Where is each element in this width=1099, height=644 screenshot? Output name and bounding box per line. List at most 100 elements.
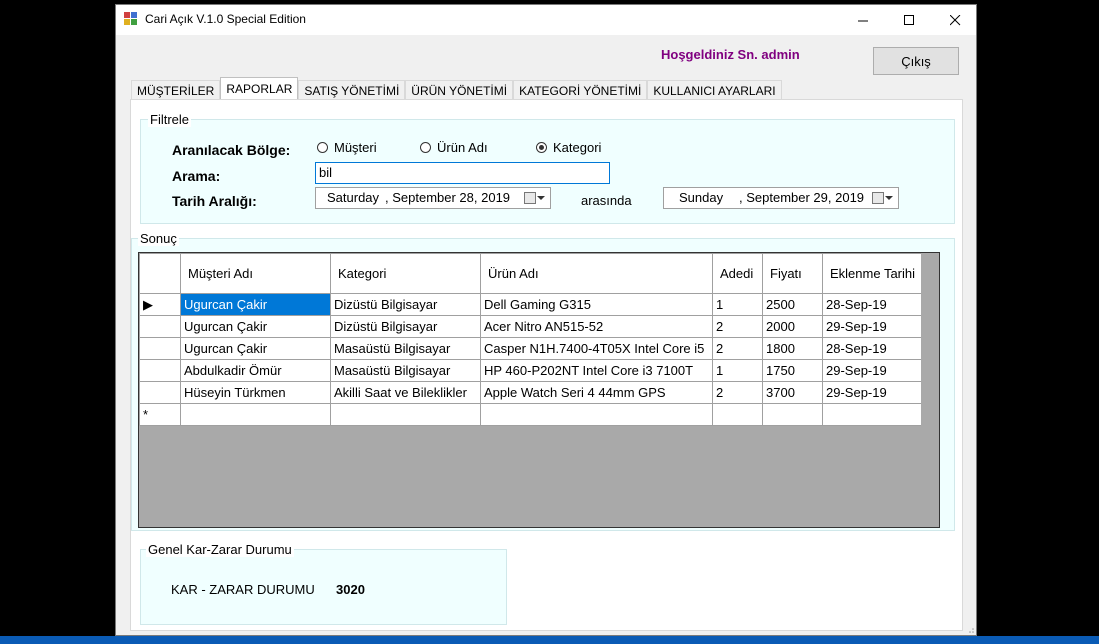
table-cell[interactable]	[330, 403, 481, 426]
table-cell[interactable]: 2	[712, 337, 763, 360]
row-header[interactable]	[139, 381, 181, 404]
table-cell[interactable]	[762, 403, 823, 426]
table-cell[interactable]: 1750	[762, 359, 823, 382]
search-input[interactable]: bil	[315, 162, 610, 184]
table-cell[interactable]	[480, 403, 713, 426]
tab-urun-yonetimi[interactable]: ÜRÜN YÖNETİMİ	[405, 80, 514, 99]
row-header[interactable]	[139, 359, 181, 382]
date-from-day: Saturday	[327, 190, 380, 205]
tab-kullanici-ayarlari[interactable]: KULLANICI AYARLARI	[647, 80, 782, 99]
table-cell[interactable]: Casper N1H.7400-4T05X Intel Core i5	[480, 337, 713, 360]
close-button[interactable]	[932, 5, 978, 35]
table-cell[interactable]: Ugurcan Çakir	[180, 293, 331, 316]
table-cell[interactable]: Apple Watch Seri 4 44mm GPS	[480, 381, 713, 404]
table-cell[interactable]: 2500	[762, 293, 823, 316]
table-cell[interactable]: 29-Sep-19	[822, 315, 923, 338]
table-cell[interactable]: Ugurcan Çakir	[180, 337, 331, 360]
calendar-icon	[872, 192, 884, 204]
close-icon	[949, 14, 960, 25]
new-row[interactable]: *	[139, 403, 923, 426]
results-groupbox: Sonuç Müşteri Adı Kategori Ürün Adı Aded…	[131, 231, 955, 531]
table-cell[interactable]: Masaüstü Bilgisayar	[330, 337, 481, 360]
column-header-eklenme-tarihi[interactable]: Eklenme Tarihi	[822, 253, 923, 294]
column-header-fiyati[interactable]: Fiyatı	[762, 253, 823, 294]
grid-vertical-scrollbar[interactable]	[921, 253, 939, 527]
date-to-picker[interactable]: Sunday , September 29, 2019	[663, 187, 899, 209]
table-row[interactable]: Abdulkadir Ömür Masaüstü Bilgisayar HP 4…	[139, 359, 923, 382]
column-header-kategori[interactable]: Kategori	[330, 253, 481, 294]
new-row-indicator: *	[139, 403, 181, 426]
radio-kategori-label: Kategori	[553, 140, 602, 155]
app-icon	[124, 12, 138, 26]
row-header[interactable]	[139, 315, 181, 338]
summary-groupbox: Genel Kar-Zarar Durumu KAR - ZARAR DURUM…	[140, 542, 507, 625]
welcome-text: Hoşgeldiniz Sn. admin	[661, 47, 800, 62]
table-cell[interactable]	[712, 403, 763, 426]
table-row[interactable]: Ugurcan Çakir Masaüstü Bilgisayar Casper…	[139, 337, 923, 360]
column-header-urun-adi[interactable]: Ürün Adı	[480, 253, 713, 294]
table-cell[interactable]: Dizüstü Bilgisayar	[330, 293, 481, 316]
tab-satis-yonetimi[interactable]: SATIŞ YÖNETİMİ	[298, 80, 406, 99]
column-header-adedi[interactable]: Adedi	[712, 253, 763, 294]
search-label: Arama:	[172, 168, 221, 184]
app-window: Cari Açık V.1.0 Special Edition Hoşgeldi…	[115, 4, 977, 636]
table-cell[interactable]: Akilli Saat ve Bileklikler	[330, 381, 481, 404]
radio-kategori-circle	[536, 142, 547, 153]
tab-strip: MÜŞTERİLER RAPORLAR SATIŞ YÖNETİMİ ÜRÜN …	[131, 77, 782, 99]
summary-title: Genel Kar-Zarar Durumu	[146, 542, 294, 557]
table-cell[interactable]: Acer Nitro AN515-52	[480, 315, 713, 338]
table-cell[interactable]: 2000	[762, 315, 823, 338]
table-cell[interactable]	[180, 403, 331, 426]
table-cell[interactable]: 28-Sep-19	[822, 293, 923, 316]
column-header-musteri-adi[interactable]: Müşteri Adı	[180, 253, 331, 294]
exit-button[interactable]: Çıkış	[873, 47, 959, 75]
table-cell[interactable]: 3700	[762, 381, 823, 404]
region-label: Aranılacak Bölge:	[172, 142, 291, 158]
table-cell[interactable]: Dizüstü Bilgisayar	[330, 315, 481, 338]
table-cell[interactable]: 2	[712, 315, 763, 338]
results-grid[interactable]: Müşteri Adı Kategori Ürün Adı Adedi Fiya…	[138, 252, 940, 528]
row-header[interactable]	[139, 337, 181, 360]
table-cell[interactable]: 2	[712, 381, 763, 404]
radio-urun-adi[interactable]: Ürün Adı	[420, 140, 488, 155]
date-from-picker[interactable]: Saturday , September 28, 2019	[315, 187, 551, 209]
maximize-button[interactable]	[886, 5, 932, 35]
table-cell[interactable]: Masaüstü Bilgisayar	[330, 359, 481, 382]
table-cell[interactable]	[822, 403, 923, 426]
title-bar[interactable]: Cari Açık V.1.0 Special Edition	[116, 5, 976, 35]
chevron-down-icon	[537, 196, 545, 200]
table-row[interactable]: Hüseyin Türkmen Akilli Saat ve Bileklikl…	[139, 381, 923, 404]
resize-grip-icon[interactable]	[966, 625, 974, 633]
radio-musteri[interactable]: Müşteri	[317, 140, 377, 155]
tab-kategori-yonetimi[interactable]: KATEGORİ YÖNETİMİ	[513, 80, 648, 99]
filter-groupbox: Filtrele Aranılacak Bölge: Müşteri Ürün …	[140, 112, 955, 224]
results-title: Sonuç	[138, 231, 179, 246]
maximize-icon	[903, 14, 914, 25]
table-row[interactable]: Ugurcan Çakir Dizüstü Bilgisayar Acer Ni…	[139, 315, 923, 338]
table-cell[interactable]: 28-Sep-19	[822, 337, 923, 360]
table-cell[interactable]: Dell Gaming G315	[480, 293, 713, 316]
tab-raporlar[interactable]: RAPORLAR	[220, 77, 299, 99]
between-label: arasında	[581, 193, 632, 208]
table-cell[interactable]: 29-Sep-19	[822, 359, 923, 382]
radio-musteri-circle	[317, 142, 328, 153]
table-cell[interactable]: 1800	[762, 337, 823, 360]
calendar-icon	[524, 192, 536, 204]
table-cell[interactable]: HP 460-P202NT Intel Core i3 7100T	[480, 359, 713, 382]
table-cell[interactable]: Abdulkadir Ömür	[180, 359, 331, 382]
table-cell[interactable]: 1	[712, 293, 763, 316]
tab-musteriler[interactable]: MÜŞTERİLER	[131, 80, 221, 99]
header-row: Müşteri Adı Kategori Ürün Adı Adedi Fiya…	[139, 253, 923, 294]
radio-kategori[interactable]: Kategori	[536, 140, 601, 155]
table-cell[interactable]: 29-Sep-19	[822, 381, 923, 404]
date-from-date: , September 28, 2019	[385, 190, 511, 205]
profit-loss-value: 3020	[336, 582, 365, 597]
table-row[interactable]: ▶ Ugurcan Çakir Dizüstü Bilgisayar Dell …	[139, 293, 923, 316]
minimize-button[interactable]	[840, 5, 886, 35]
table-cell[interactable]: 1	[712, 359, 763, 382]
results-table: Müşteri Adı Kategori Ürün Adı Adedi Fiya…	[139, 253, 923, 426]
table-cell[interactable]: Hüseyin Türkmen	[180, 381, 331, 404]
table-cell[interactable]: Ugurcan Çakir	[180, 315, 331, 338]
radio-urun-adi-label: Ürün Adı	[437, 140, 488, 155]
filter-title: Filtrele	[148, 112, 192, 127]
